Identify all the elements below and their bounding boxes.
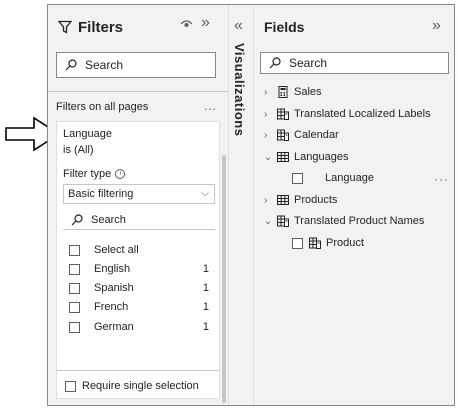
- fields-search-input[interactable]: Search: [260, 52, 449, 74]
- table-icon: [277, 152, 289, 162]
- tree-label: Translated Localized Labels: [294, 108, 431, 120]
- require-single-selection[interactable]: Require single selection: [65, 380, 199, 392]
- filters-header: Filters: [58, 15, 224, 39]
- option-german[interactable]: German 1: [63, 319, 209, 335]
- calculator-table-icon: [278, 86, 288, 98]
- visualizations-label: Visualizations: [232, 43, 247, 137]
- filters-search-input[interactable]: Search: [56, 52, 216, 78]
- option-label: French: [94, 301, 129, 313]
- chevron-right-icon[interactable]: ›: [264, 109, 274, 120]
- filter-card-condition: is (All): [63, 144, 94, 156]
- filters-section-label: Filters on all pages: [56, 101, 149, 113]
- filter-card-search-placeholder: Search: [91, 213, 126, 226]
- tree-table-calendar[interactable]: › Calendar: [264, 127, 339, 143]
- table-calc-icon: [277, 108, 289, 120]
- filter-type-label: Filter type i: [63, 168, 126, 180]
- checkbox[interactable]: [65, 380, 76, 392]
- option-count: 1: [202, 263, 209, 275]
- calc-field-icon: [309, 237, 321, 249]
- section-more-icon[interactable]: ...: [204, 99, 217, 113]
- report-panes: Filters » Search Filters on all pages ..…: [47, 4, 455, 406]
- tree-field-product[interactable]: Product: [292, 235, 364, 251]
- checkbox[interactable]: [69, 244, 80, 256]
- checkbox[interactable]: [69, 282, 80, 294]
- require-single-label: Require single selection: [82, 380, 199, 392]
- filter-card-field: Language: [63, 128, 112, 140]
- visualizations-pane-collapsed[interactable]: « Visualizations: [229, 5, 254, 405]
- tree-table-languages[interactable]: ⌄ Languages: [264, 149, 348, 165]
- eye-icon[interactable]: [180, 18, 193, 32]
- tree-field-language[interactable]: Language: [292, 170, 374, 186]
- option-count: 1: [202, 301, 209, 313]
- filter-type-dropdown[interactable]: Basic filtering ⌵: [63, 184, 215, 204]
- chevron-down-icon: ⌵: [201, 188, 209, 199]
- collapse-fields-icon[interactable]: »: [432, 17, 441, 35]
- fields-search-placeholder: Search: [289, 56, 328, 70]
- chevron-right-icon[interactable]: ›: [264, 87, 274, 98]
- chevron-down-icon[interactable]: ⌄: [264, 216, 274, 227]
- info-icon[interactable]: i: [115, 169, 126, 179]
- chevron-down-icon[interactable]: ⌄: [264, 152, 274, 163]
- checkbox[interactable]: [292, 172, 303, 184]
- option-count: 1: [202, 321, 209, 333]
- option-count: 1: [202, 282, 209, 294]
- filters-scrollbar[interactable]: [222, 155, 226, 403]
- tree-label: Languages: [294, 151, 349, 163]
- expand-visualizations-icon[interactable]: «: [234, 17, 243, 35]
- tree-label: Calendar: [294, 129, 339, 141]
- option-label: German: [94, 321, 134, 333]
- tree-table-translated-localized-labels[interactable]: › Translated Localized Labels: [264, 106, 431, 122]
- filter-card-language[interactable]: Language is (All) Filter type i Basic fi…: [56, 121, 220, 399]
- tree-table-sales[interactable]: › Sales: [264, 84, 322, 100]
- filters-search-placeholder: Search: [85, 58, 124, 72]
- tree-table-products[interactable]: › Products: [264, 192, 337, 208]
- fields-title: Fields: [264, 19, 305, 35]
- search-icon: [269, 57, 281, 69]
- collapse-filters-icon[interactable]: »: [201, 14, 210, 32]
- search-icon: [71, 213, 83, 225]
- option-select-all[interactable]: Select all: [63, 242, 209, 258]
- filter-type-value: Basic filtering: [68, 188, 134, 200]
- checkbox[interactable]: [292, 237, 303, 249]
- option-english[interactable]: English 1: [63, 261, 209, 277]
- filter-type-text: Filter type: [63, 168, 112, 180]
- tree-label: Product: [326, 237, 364, 249]
- table-calc-icon: [277, 129, 289, 141]
- checkbox[interactable]: [69, 321, 80, 333]
- field-more-options-icon[interactable]: ···: [434, 172, 449, 186]
- tree-table-translated-product-names[interactable]: ⌄ Translated Product Names: [264, 213, 424, 229]
- fields-pane: Fields » Search › Sales › Translated Loc…: [254, 5, 454, 405]
- filters-divider: [48, 91, 228, 92]
- card-footer-divider: [57, 370, 219, 371]
- checkbox[interactable]: [69, 301, 80, 313]
- filter-card-search-input[interactable]: Search: [63, 210, 215, 230]
- option-spanish[interactable]: Spanish 1: [63, 280, 209, 296]
- filters-title: Filters: [78, 18, 124, 36]
- tree-label: Sales: [294, 86, 322, 98]
- table-icon: [277, 195, 289, 205]
- option-french[interactable]: French 1: [63, 299, 209, 315]
- checkbox[interactable]: [69, 263, 80, 275]
- tree-label: Products: [294, 194, 338, 206]
- chevron-right-icon[interactable]: ›: [264, 130, 274, 141]
- filter-icon: [58, 20, 72, 34]
- chevron-right-icon[interactable]: ›: [264, 195, 274, 206]
- option-label: Select all: [94, 244, 139, 256]
- filters-pane: Filters » Search Filters on all pages ..…: [48, 5, 229, 405]
- option-label: Spanish: [94, 282, 134, 294]
- tree-label: Language: [325, 172, 374, 184]
- tree-label: Translated Product Names: [294, 215, 425, 227]
- table-calc-icon: [277, 215, 289, 227]
- option-label: English: [94, 263, 131, 275]
- search-icon: [65, 59, 77, 71]
